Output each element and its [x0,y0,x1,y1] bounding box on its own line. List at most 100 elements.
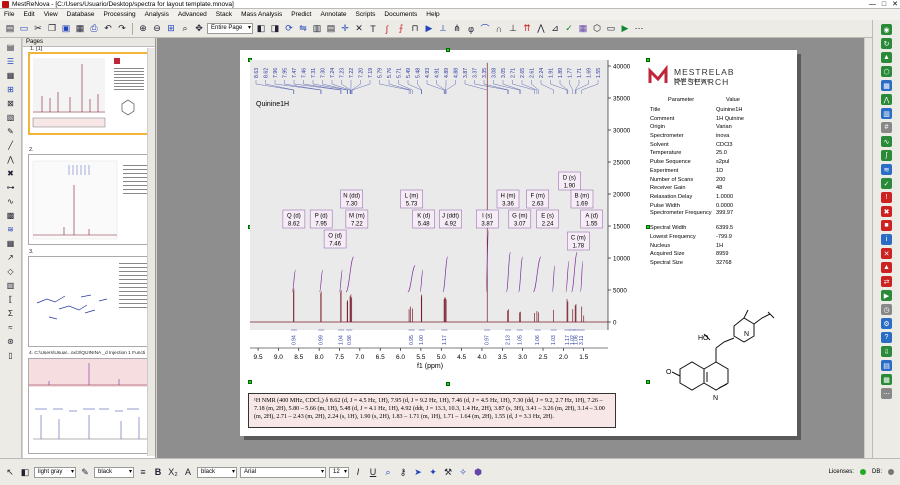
delete-panel-icon[interactable]: ✕ [881,248,892,259]
menu-view[interactable]: View [44,11,58,18]
fid-icon[interactable]: ⨍ [395,23,407,35]
reference-icon[interactable]: ⊥ [507,23,519,35]
document-icon[interactable]: ▯ [5,349,17,361]
menu-help[interactable]: Help [426,11,439,18]
database-panel-icon[interactable]: ▤ [881,360,892,371]
font-color-select[interactable]: black [197,466,237,478]
menu-stack[interactable]: Stack [216,11,232,18]
page-prev-icon[interactable]: ◧ [255,23,267,35]
menu-mass-analysis[interactable]: Mass Analysis [241,11,282,18]
fill-color-select[interactable]: light gray [34,466,76,478]
open-icon[interactable]: ▭ [18,23,30,35]
verify-panel-icon[interactable]: ✓ [881,178,892,189]
line-style-icon[interactable]: ≡ [137,466,149,478]
more-panel-icon[interactable]: ⋯ [881,388,892,399]
cursor-plus-icon[interactable]: ✛ [339,23,351,35]
magic-icon[interactable]: ✧ [457,466,469,478]
paste-icon[interactable]: ▣ [60,23,72,35]
line-fit-icon[interactable]: ⊿ [549,23,561,35]
numbers-panel-icon[interactable]: # [881,122,892,133]
page-next-icon[interactable]: ◨ [269,23,281,35]
fit-icon[interactable]: ⊞ [165,23,177,35]
measure-icon[interactable]: ⊶ [5,181,17,193]
error-panel-icon[interactable]: ✖ [881,206,892,217]
new-document-icon[interactable]: ▤ [4,23,16,35]
graph-panel-icon[interactable]: ∿ [881,136,892,147]
menu-predict[interactable]: Predict [291,11,311,18]
hexagon-icon[interactable]: ⬢ [472,466,484,478]
selection-handle[interactable] [446,382,450,386]
pan-icon[interactable]: ✥ [193,23,205,35]
save-icon[interactable]: ▦ [74,23,86,35]
chart-panel-icon[interactable]: ▥ [881,108,892,119]
export-panel-icon[interactable]: ⇩ [881,346,892,357]
font-family-select[interactable]: Arial [240,466,326,478]
bracket-icon[interactable]: ⟦ [5,293,17,305]
page-thumbnail-4[interactable]: 4. C:\Users\Usuar...ox\3\QUININA _d Inje… [28,351,152,454]
print-icon[interactable]: ⎙ [88,23,100,35]
italic-icon[interactable]: I [352,466,364,478]
selection-handle[interactable] [646,380,650,384]
menu-file[interactable]: File [4,11,14,18]
select-arrow-icon[interactable]: ↖ [4,466,16,478]
copy-icon[interactable]: ❐ [46,23,58,35]
menu-edit[interactable]: Edit [23,11,34,18]
molecule-icon[interactable]: ⬡ [591,23,603,35]
sparkle-icon[interactable]: ✦ [427,466,439,478]
menu-analysis[interactable]: Analysis [145,11,169,18]
group-icon[interactable]: ▧ [5,111,17,123]
grid-icon[interactable]: ▥ [311,23,323,35]
integrals-panel-icon[interactable]: ∫ [881,150,892,161]
menu-advanced[interactable]: Advanced [178,11,207,18]
quinine-structure[interactable]: HO N N O [652,308,782,418]
menu-database[interactable]: Database [67,11,95,18]
peak-pick-icon[interactable]: ⋔ [451,23,463,35]
zoom-out-icon[interactable]: ⊖ [151,23,163,35]
redo-icon[interactable]: ↷ [116,23,128,35]
page-thumbnail-3[interactable]: 3. [28,249,152,347]
stack-icon[interactable]: ≋ [5,223,17,235]
cut-icon[interactable]: ✂ [32,23,44,35]
alert-panel-icon[interactable]: ! [881,192,892,203]
layers-panel-icon[interactable]: ≋ [881,164,892,175]
wrench-icon[interactable]: ⚒ [442,466,454,478]
phase-icon[interactable]: φ [465,23,477,35]
rotate-icon[interactable]: ⟳ [283,23,295,35]
settings-panel-icon[interactable]: ⚙ [881,318,892,329]
curve-icon[interactable]: ∿ [5,195,17,207]
key-icon[interactable]: ⚷ [397,466,409,478]
layout-icon[interactable]: ▤ [325,23,337,35]
subscript-icon[interactable]: X₂ [167,466,179,478]
page-thumbnail-2[interactable]: 2. [28,147,152,245]
parameters-table[interactable]: Parameter Value Title Quinine1H Comment 1H … [650,97,785,268]
pages-scrollbar[interactable] [147,48,155,456]
table-tool-icon[interactable]: ▦ [5,237,17,249]
table-icon[interactable]: ▦ [577,23,589,35]
close-icon[interactable]: ✕ [892,0,898,9]
apodization-icon[interactable]: ∩ [493,23,505,35]
minimize-icon[interactable]: — [869,0,876,9]
sum-icon[interactable]: Σ [5,307,17,319]
menu-documents[interactable]: Documents [384,11,417,18]
page-thumbnail-1[interactable]: 1. [1] [28,46,152,135]
processing-icon[interactable]: ◉ [881,24,892,35]
send-icon[interactable]: ➤ [412,466,424,478]
selection-handle[interactable] [446,48,450,52]
report-icon[interactable]: ✓ [563,23,575,35]
integral-icon[interactable]: ∫ [381,23,393,35]
menu-processing[interactable]: Processing [104,11,136,18]
menu-annotate[interactable]: Annotate [320,11,346,18]
maximize-icon[interactable]: □ [882,0,886,9]
crosshair-icon[interactable]: ✕ [353,23,365,35]
undo-icon[interactable]: ↶ [102,23,114,35]
script-panel-icon[interactable]: ▶ [881,290,892,301]
selection-handle[interactable] [248,380,252,384]
compare-panel-icon[interactable]: ⇄ [881,276,892,287]
report-panel-icon[interactable]: ▦ [881,374,892,385]
page-zoom-select[interactable]: Entire Page [207,23,253,34]
crop-icon[interactable]: ⊠ [5,97,17,109]
peak-icon[interactable]: ⋀ [5,153,17,165]
help-panel-icon[interactable]: ? [881,332,892,343]
bold-icon[interactable]: B [152,466,164,478]
paint-bucket-icon[interactable]: ◧ [19,466,31,478]
